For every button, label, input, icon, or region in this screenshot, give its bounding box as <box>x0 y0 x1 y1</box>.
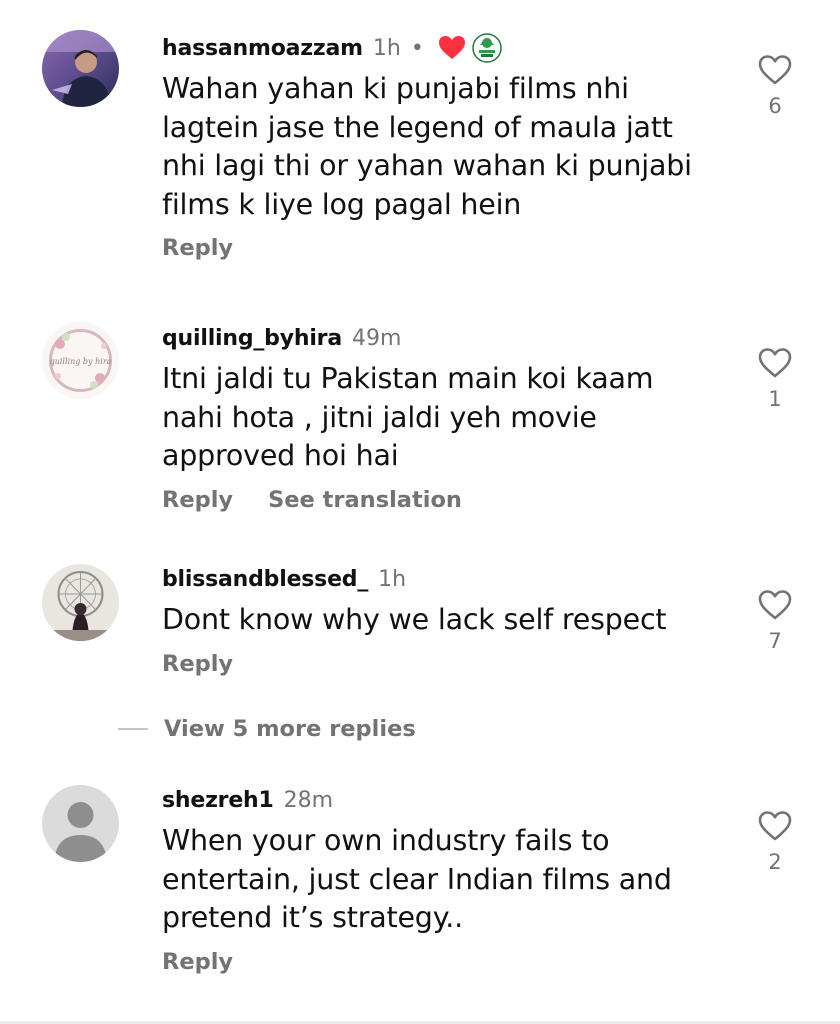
avatar[interactable] <box>42 785 119 862</box>
comment-line: nahi hota , jitni jaldi yeh movie <box>162 400 597 434</box>
like-control: 1 <box>752 347 798 411</box>
like-count: 2 <box>768 850 782 874</box>
comment-text: Wahan yahan ki punjabi films nhi lagtein… <box>162 70 702 224</box>
comment-line: pretend it’s strategy.. <box>162 901 464 934</box>
username[interactable]: quilling_byhira <box>162 326 342 351</box>
timestamp: 1h <box>372 35 401 61</box>
profile-photo-icon <box>42 30 119 107</box>
see-translation-button[interactable]: See translation <box>268 487 462 513</box>
comment-line: lagtein jase the legend of maula jatt <box>162 110 673 144</box>
comment-line: entertain, just clear Indian films and <box>162 862 672 896</box>
timestamp: 1h <box>378 566 407 592</box>
like-control: 7 <box>752 589 798 653</box>
avatar[interactable]: quilling by hira <box>42 322 119 399</box>
timestamp: 49m <box>351 325 402 351</box>
comment-text: Itni jaldi tu Pakistan main koi kaam nah… <box>162 360 702 476</box>
like-count: 7 <box>768 629 782 653</box>
reply-button[interactable]: Reply <box>162 487 233 513</box>
comment-line: Wahan yahan ki punjabi films nhi <box>162 72 629 105</box>
like-control: 6 <box>752 54 798 118</box>
floral-wreath-logo-icon: quilling by hira <box>42 322 119 399</box>
username[interactable]: shezreh1 <box>162 788 274 813</box>
avatar[interactable] <box>42 564 119 641</box>
username[interactable]: hassanmoazzam <box>162 36 363 61</box>
username[interactable]: blissandblessed_ <box>162 567 368 592</box>
comments-page: hassanmoazzam 1h • Wahan yahan ki punjab… <box>0 0 840 1024</box>
separator-dot: • <box>410 35 424 61</box>
like-control: 2 <box>752 810 798 874</box>
like-count: 1 <box>768 387 782 411</box>
comment-line: nhi lagi thi or yahan wahan ki punjabi <box>162 149 692 182</box>
heart-outline-icon[interactable] <box>757 54 793 86</box>
view-more-replies[interactable]: View 5 more replies <box>118 712 416 746</box>
comment-header: shezreh1 28m <box>162 782 702 818</box>
comment-line: approved hoi hai <box>162 439 399 472</box>
comment-body: hassanmoazzam 1h • Wahan yahan ki punjab… <box>162 30 702 264</box>
reply-button[interactable]: Reply <box>162 651 233 677</box>
comment-line: Itni jaldi tu Pakistan main koi kaam <box>162 362 654 395</box>
reply-button[interactable]: Reply <box>162 949 233 975</box>
default-user-icon <box>42 785 119 862</box>
heart-outline-icon[interactable] <box>757 347 793 379</box>
svg-text:quilling by hira: quilling by hira <box>50 357 112 366</box>
creator-avatar-icon <box>472 33 502 63</box>
heart-outline-icon[interactable] <box>757 589 793 621</box>
comment-header: hassanmoazzam 1h • <box>162 30 702 66</box>
comment-actions: Reply <box>162 232 702 264</box>
comment-line: When your own industry fails to <box>162 824 610 857</box>
comment-body: quilling_byhira 49m Itni jaldi tu Pakist… <box>162 320 702 516</box>
comment-actions: Reply <box>162 648 702 680</box>
reply-button[interactable]: Reply <box>162 235 233 261</box>
like-count: 6 <box>768 94 782 118</box>
comment-actions: Reply See translation <box>162 484 702 516</box>
ferris-wheel-photo-icon <box>42 564 119 641</box>
comment-text: Dont know why we lack self respect <box>162 601 702 640</box>
creator-liked-heart-icon <box>438 35 466 61</box>
timestamp: 28m <box>283 787 334 813</box>
comment-text: When your own industry fails to entertai… <box>162 822 702 938</box>
comment-actions: Reply <box>162 946 702 978</box>
replies-divider-line <box>118 728 148 730</box>
comment-line: Dont know why we lack self respect <box>162 603 667 636</box>
comment-body: shezreh1 28m When your own industry fail… <box>162 782 702 978</box>
comment-header: quilling_byhira 49m <box>162 320 702 356</box>
avatar[interactable] <box>42 30 119 107</box>
comment-line: films k liye log pagal hein <box>162 187 522 221</box>
comment-header: blissandblessed_ 1h <box>162 561 702 597</box>
comment-body: blissandblessed_ 1h Dont know why we lac… <box>162 561 702 680</box>
heart-outline-icon[interactable] <box>757 810 793 842</box>
view-more-replies-label[interactable]: View 5 more replies <box>164 716 416 742</box>
